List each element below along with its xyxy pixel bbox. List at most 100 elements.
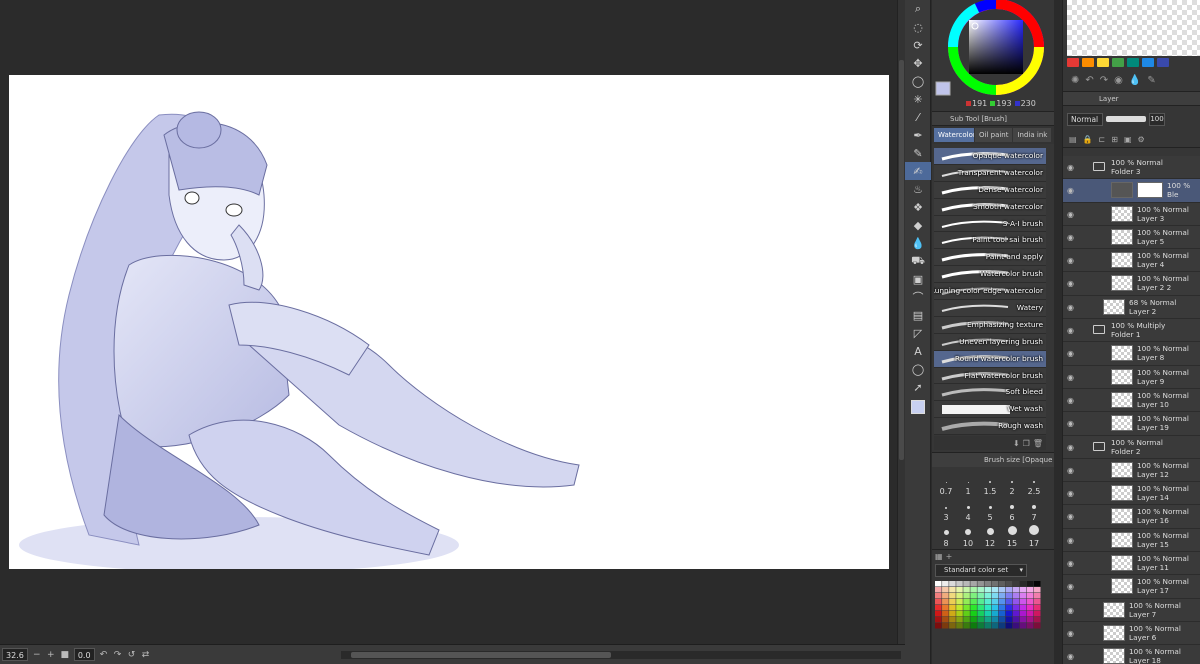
layer-row[interactable]: ◉ 100 % Normal Layer 14 [1063,482,1200,506]
palette-color-cell[interactable] [949,611,956,617]
brush-item[interactable]: Smooth watercolor [934,198,1046,216]
airbrush-icon[interactable]: ♨ [905,180,931,198]
palette-color-cell[interactable] [949,593,956,599]
palette-color-cell[interactable] [963,611,970,617]
color-chip[interactable] [1127,58,1139,67]
layer-folder-row[interactable]: ◉ 100 % Normal Folder 2 [1063,435,1200,459]
palette-color-cell[interactable] [956,599,963,605]
fill-icon[interactable]: ⛟ [905,252,931,270]
palette-color-cell[interactable] [935,593,942,599]
palette-color-cell[interactable] [1026,617,1034,623]
palette-color-cell[interactable] [977,587,984,593]
zoom-icon[interactable]: ⌕ [905,0,931,18]
palette-color-cell[interactable] [1026,611,1034,617]
palette-color-cell[interactable] [963,623,970,629]
clip-icon[interactable]: ⊏ [1099,135,1106,144]
palette-color-cell[interactable] [1033,617,1041,623]
color-set-select[interactable]: Standard color set ▾ [935,564,1027,577]
palette-color-cell[interactable] [963,593,970,599]
palette-color-cell[interactable] [1019,593,1027,599]
palette-color-cell[interactable] [1005,623,1013,629]
layer-row[interactable]: ◉ 100 % Normal Layer 6 [1063,621,1200,646]
eye-icon[interactable]: ◉ [1067,373,1074,382]
brush-item[interactable]: Round watercolor brush [934,350,1046,368]
rotate-left-icon[interactable]: ↶ [99,650,109,660]
brush-icon[interactable]: ✍ [905,162,931,180]
palette-color-cell[interactable] [935,623,942,629]
palette-color-cell[interactable] [977,617,984,623]
palette-color-cell[interactable] [949,605,956,611]
rotate-icon[interactable]: ⟳ [905,36,931,54]
eye-icon[interactable]: ◉ [1067,443,1074,452]
eye-icon[interactable]: ◉ [1067,210,1074,219]
palette-color-cell[interactable] [956,617,963,623]
palette-color-cell[interactable] [956,587,963,593]
canvas-vertical-scrollbar[interactable] [897,0,905,644]
layer-row[interactable]: ◉ 100 % Normal Layer 2 2 [1063,272,1200,296]
eye-icon[interactable]: ◉ [1067,489,1074,498]
palette-color-cell[interactable] [977,599,984,605]
palette-color-cell[interactable] [998,587,1006,593]
brush-size-option[interactable]: 17 [1023,523,1045,549]
color-chip[interactable] [1157,58,1169,67]
zoom-field[interactable]: 32.6 [2,648,28,661]
opacity-slider[interactable] [1106,116,1146,122]
brush-item[interactable]: Emphasizing texture [934,316,1046,334]
palette-color-cell[interactable] [991,587,999,593]
palette-color-cell[interactable] [991,611,999,617]
palette-color-cell[interactable] [984,581,992,587]
palette-color-cell[interactable] [1019,623,1027,629]
eye-icon[interactable]: ◉ [1067,279,1074,288]
brush-item[interactable]: Uneven layering brush [934,333,1046,351]
palette-color-cell[interactable] [1026,581,1034,587]
palette-color-cell[interactable] [998,593,1006,599]
palette-color-cell[interactable] [1026,623,1034,629]
palette-color-cell[interactable] [1005,611,1013,617]
palette-color-cell[interactable] [942,581,949,587]
palette-color-cell[interactable] [1033,605,1041,611]
redo-icon[interactable]: ↷ [1100,75,1108,86]
opacity-input[interactable]: 100 [1149,112,1165,126]
palette-color-cell[interactable] [970,587,977,593]
brush-size-option[interactable]: 10 [957,523,979,549]
layer-row[interactable]: ◉ 100 % Normal Layer 16 [1063,505,1200,529]
layer-row[interactable]: ◉ 68 % Normal Layer 2 [1063,295,1200,320]
brush-size-option[interactable]: 0.7 [935,471,957,497]
brush-size-option[interactable]: 1 [957,471,979,497]
palette-color-cell[interactable] [942,617,949,623]
color-chip[interactable] [1142,58,1154,67]
palette-color-cell[interactable] [963,617,970,623]
color-set-icon[interactable]: ▦ [935,552,943,561]
palette-color-cell[interactable] [963,587,970,593]
palette-color-cell[interactable] [984,611,992,617]
zoom-fit-icon[interactable]: ■ [60,650,70,660]
toggle-icon[interactable]: ◉ [1114,75,1123,86]
trash-icon[interactable]: 🗑 [1033,439,1043,448]
palette-color-cell[interactable] [984,599,992,605]
layer-row[interactable]: ◉ 100 % Normal Layer 9 [1063,365,1200,389]
layer-row[interactable]: ◉ 100 % Normal Layer 7 [1063,598,1200,622]
rotation-field[interactable]: 0.0 [73,648,95,661]
correction-icon[interactable]: ➚ [905,378,931,396]
palette-color-cell[interactable] [984,593,992,599]
color-wheel[interactable] [932,0,1054,100]
color-chip[interactable] [1112,58,1124,67]
palette-color-cell[interactable] [949,617,956,623]
palette-color-cell[interactable] [1026,605,1034,611]
palette-color-cell[interactable] [970,599,977,605]
palette-color-cell[interactable] [1019,599,1027,605]
brush-item[interactable]: Paint tool sai brush [934,232,1046,250]
palette-color-cell[interactable] [1033,587,1041,593]
layer-row[interactable]: ◉ 100 % Normal Layer 18 [1063,645,1200,664]
palette-color-cell[interactable] [935,599,942,605]
blend-mode-select[interactable]: Normal [1067,112,1103,126]
eye-icon[interactable]: ◉ [1067,559,1074,568]
palette-color-cell[interactable] [1005,587,1013,593]
layer-row[interactable]: ◉ 100 % Normal Layer 15 [1063,528,1200,553]
palette-color-cell[interactable] [1005,581,1013,587]
eye-icon[interactable]: ◉ [1067,512,1074,521]
eye-icon[interactable]: ◉ [1067,606,1074,615]
palette-color-cell[interactable] [1019,611,1027,617]
layer-row[interactable]: ◉ 100 % Normal Layer 5 [1063,225,1200,250]
zoom-in-icon[interactable]: + [46,650,56,660]
